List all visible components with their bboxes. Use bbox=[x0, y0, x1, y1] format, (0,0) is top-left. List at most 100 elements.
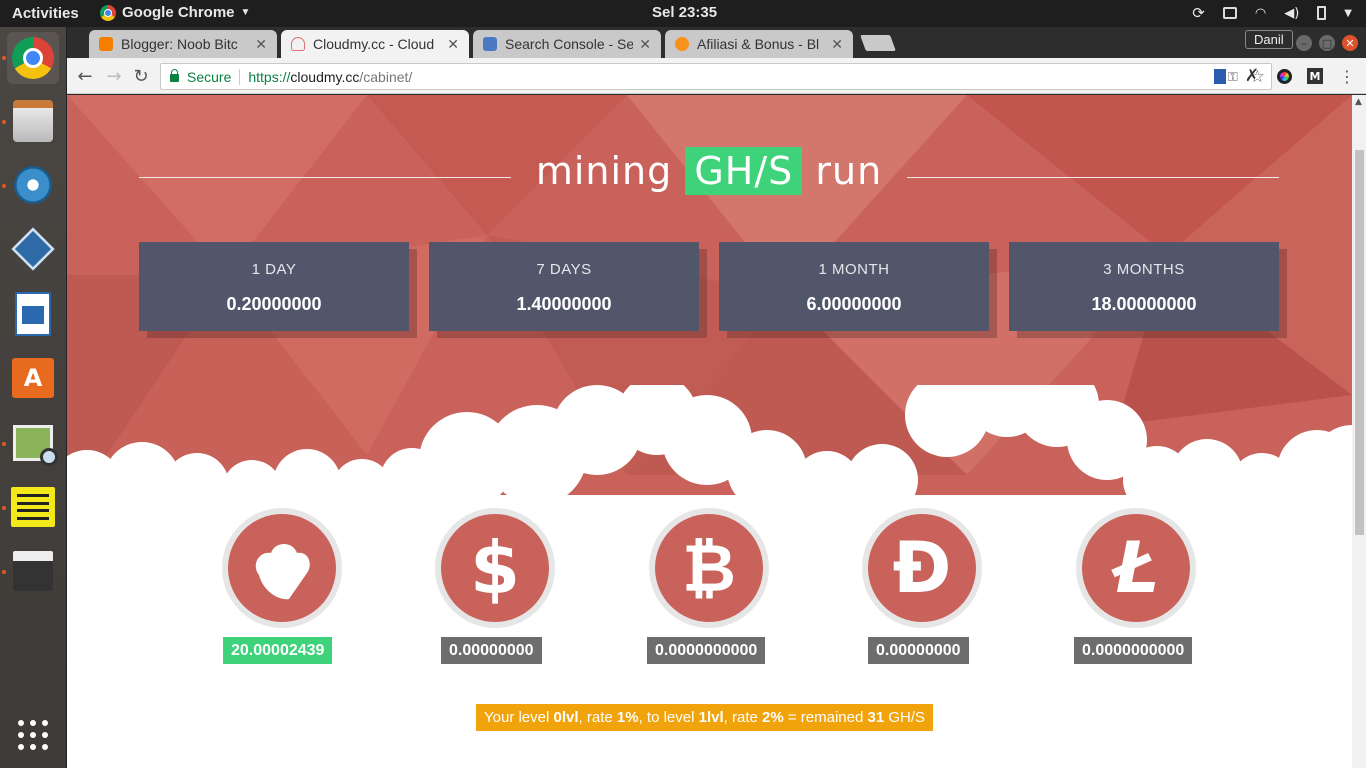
shutter-icon bbox=[14, 166, 52, 204]
activities-button[interactable]: Activities bbox=[12, 5, 79, 22]
close-window-icon[interactable]: ✕ bbox=[1342, 35, 1358, 51]
hero-heading: mining GH/S run bbox=[139, 143, 1279, 203]
balance-bitcoin: 0.0000000000 bbox=[647, 637, 766, 664]
virtualbox-icon bbox=[11, 227, 55, 271]
volume-icon[interactable]: ◀) bbox=[1284, 6, 1299, 21]
launcher-chrome[interactable] bbox=[7, 32, 59, 84]
stat-period: 3 MONTHS bbox=[1103, 261, 1185, 278]
color-picker-extension-icon[interactable] bbox=[1274, 66, 1294, 86]
page-scrollbar[interactable]: ▲ bbox=[1352, 95, 1366, 768]
stat-1-month: 1 MONTH 6.00000000 bbox=[719, 242, 989, 331]
lock-icon bbox=[170, 69, 179, 82]
level-text: , rate bbox=[578, 709, 617, 726]
balance-litecoin: 0.0000000000 bbox=[1074, 637, 1193, 664]
profile-button[interactable]: Danil bbox=[1245, 30, 1293, 49]
keyboard-icon[interactable] bbox=[1222, 7, 1237, 19]
launcher-image-viewer[interactable] bbox=[7, 417, 59, 469]
balance-dogecoin: 0.00000000 bbox=[868, 637, 969, 664]
new-tab-button[interactable] bbox=[860, 35, 896, 51]
grid-icon bbox=[18, 720, 48, 750]
stat-1-day: 1 DAY 0.20000000 bbox=[139, 242, 409, 331]
close-tab-icon[interactable]: ✕ bbox=[831, 36, 843, 53]
cabinet-page: mining GH/S run 1 DAY 0.20000000 7 DAYS … bbox=[67, 95, 1352, 768]
secure-label: Secure bbox=[187, 68, 232, 85]
tab-afiliasi[interactable]: Afiliasi & Bonus - Bl ✕ bbox=[665, 30, 853, 58]
clouds-decoration bbox=[67, 385, 1352, 525]
close-tab-icon[interactable]: ✕ bbox=[447, 36, 459, 53]
launcher-writer[interactable] bbox=[7, 288, 59, 340]
chevron-down-icon: ▼ bbox=[240, 7, 251, 18]
close-tab-icon[interactable]: ✕ bbox=[255, 36, 267, 53]
chrome-icon bbox=[12, 37, 54, 79]
next-level: 1lvl bbox=[698, 709, 724, 726]
close-tab-icon[interactable]: ✕ bbox=[639, 36, 651, 53]
cloud-favicon-icon bbox=[291, 37, 305, 51]
coin-litecoin: Ł bbox=[1076, 508, 1196, 628]
minimize-icon[interactable]: – bbox=[1296, 35, 1312, 51]
system-top-bar: Activities Google Chrome ▼ Sel 23:35 ⟳ ◠… bbox=[0, 0, 1366, 27]
stat-value: 6.00000000 bbox=[806, 294, 902, 314]
app-launcher: A bbox=[0, 27, 67, 768]
url-scheme: https:// bbox=[248, 68, 291, 85]
url-path: /cabinet/ bbox=[359, 68, 413, 85]
hero-title-highlight: GH/S bbox=[685, 147, 803, 195]
litecoin-icon: Ł bbox=[1082, 514, 1190, 622]
files-icon bbox=[13, 100, 53, 142]
hero-title: mining GH/S run bbox=[139, 147, 1279, 195]
tab-label: Cloudmy.cc - Cloud bbox=[313, 36, 435, 52]
show-applications-button[interactable] bbox=[7, 709, 59, 761]
tab-label: Blogger: Noob Bitc bbox=[121, 36, 238, 52]
scrollbar-thumb[interactable] bbox=[1355, 150, 1364, 535]
address-bar[interactable]: Secure https://cloudmy.cc/cabinet/ ⚿ ☆ bbox=[160, 63, 1272, 90]
m-extension-icon[interactable]: M bbox=[1305, 66, 1325, 86]
dollar-icon: $ bbox=[441, 514, 549, 622]
app-menu-label: Google Chrome bbox=[122, 4, 235, 21]
blogger-favicon-icon bbox=[99, 37, 113, 51]
level-text: , rate bbox=[723, 709, 762, 726]
stat-3-months: 3 MONTHS 18.00000000 bbox=[1009, 242, 1279, 331]
bitcoin-favicon-icon bbox=[675, 37, 689, 51]
x-extension-icon[interactable]: ✗ bbox=[1242, 66, 1262, 86]
launcher-video-editor[interactable] bbox=[7, 545, 59, 597]
app-menu[interactable]: Google Chrome ▼ bbox=[100, 4, 250, 21]
software-center-icon: A bbox=[12, 358, 54, 398]
scroll-up-icon[interactable]: ▲ bbox=[1355, 97, 1362, 107]
system-tray[interactable]: ⟳ ◠ ◀) ▼ bbox=[1192, 4, 1352, 22]
reload-icon[interactable]: ↻ bbox=[130, 65, 152, 87]
balance-cloud: 20.00002439 bbox=[223, 637, 333, 664]
clock[interactable]: Sel 23:35 bbox=[652, 4, 717, 21]
tab-label: Search Console - Se bbox=[505, 36, 634, 52]
coin-cloud bbox=[222, 508, 342, 628]
launcher-files[interactable] bbox=[7, 95, 59, 147]
bookmark-extension-icon[interactable] bbox=[1210, 66, 1230, 86]
battery-icon[interactable] bbox=[1317, 6, 1327, 20]
power-menu-icon[interactable]: ▼ bbox=[1344, 8, 1352, 19]
maximize-icon[interactable]: □ bbox=[1319, 35, 1335, 51]
stat-period: 1 DAY bbox=[251, 261, 297, 278]
hero-title-after: run bbox=[815, 149, 883, 193]
launcher-shutter[interactable] bbox=[7, 159, 59, 211]
chrome-menu-icon[interactable]: ⋮ bbox=[1337, 66, 1357, 86]
back-icon[interactable]: ← bbox=[74, 65, 96, 87]
url-host: cloudmy.cc bbox=[290, 68, 360, 85]
launcher-software[interactable]: A bbox=[7, 352, 59, 404]
tab-search-console[interactable]: Search Console - Se ✕ bbox=[473, 30, 661, 58]
sync-icon[interactable]: ⟳ bbox=[1192, 4, 1205, 22]
current-rate: 1% bbox=[616, 709, 639, 726]
next-rate: 2% bbox=[762, 709, 784, 726]
tab-cloudmy[interactable]: Cloudmy.cc - Cloud ✕ bbox=[281, 30, 469, 58]
launcher-tasks[interactable] bbox=[7, 481, 59, 533]
level-progress-banner: Your level 0lvl, rate 1%, to level 1lvl,… bbox=[476, 704, 934, 731]
search-console-favicon-icon bbox=[483, 37, 497, 51]
chrome-icon bbox=[100, 4, 116, 21]
clapperboard-icon bbox=[13, 551, 53, 591]
level-text: , to level bbox=[638, 709, 699, 726]
cloud-icon bbox=[228, 514, 336, 622]
stat-period: 7 DAYS bbox=[536, 261, 592, 278]
dogecoin-icon: Đ bbox=[868, 514, 976, 622]
hero-title-before: mining bbox=[535, 149, 673, 193]
wifi-icon[interactable]: ◠ bbox=[1255, 6, 1266, 21]
launcher-virtualbox[interactable] bbox=[7, 223, 59, 275]
tab-blogger[interactable]: Blogger: Noob Bitc ✕ bbox=[89, 30, 277, 58]
forward-icon[interactable]: → bbox=[103, 65, 125, 87]
